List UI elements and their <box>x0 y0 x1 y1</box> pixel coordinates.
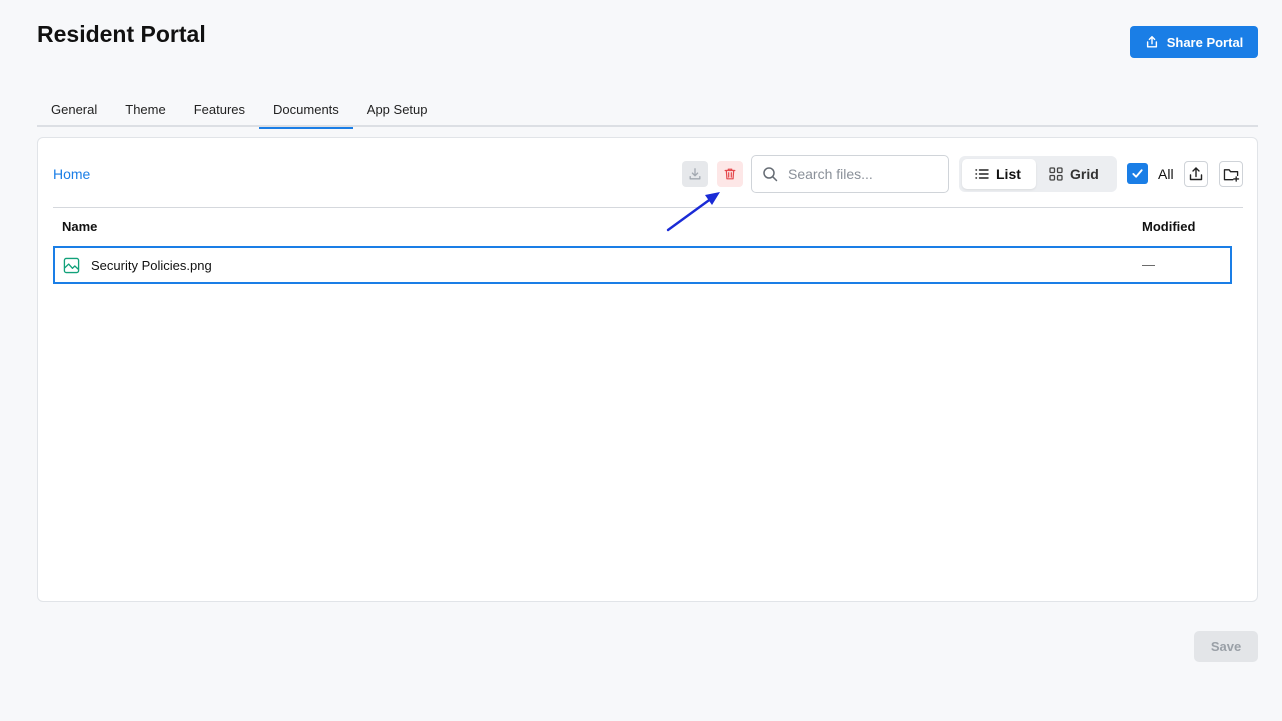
tab-app-setup[interactable]: App Setup <box>353 94 442 127</box>
file-name: Security Policies.png <box>91 258 212 273</box>
share-icon <box>1146 36 1157 48</box>
delete-button[interactable] <box>717 161 743 187</box>
column-header-name[interactable]: Name <box>62 219 97 234</box>
list-icon <box>975 169 989 179</box>
save-button[interactable]: Save <box>1194 631 1258 662</box>
table-row[interactable]: Security Policies.png — <box>53 246 1232 284</box>
view-toggle: List Grid <box>959 156 1117 192</box>
breadcrumb-home[interactable]: Home <box>53 166 90 182</box>
grid-icon <box>1049 167 1063 181</box>
download-button[interactable] <box>682 161 708 187</box>
folder-plus-icon <box>1223 168 1239 182</box>
search-icon <box>763 167 778 182</box>
column-header-modified[interactable]: Modified <box>1142 219 1195 234</box>
upload-button[interactable] <box>1184 161 1208 187</box>
list-view-button[interactable]: List <box>962 159 1036 189</box>
page-title: Resident Portal <box>37 21 206 47</box>
tab-features[interactable]: Features <box>180 94 259 127</box>
tab-general[interactable]: General <box>37 94 111 127</box>
select-all-checkbox[interactable] <box>1127 163 1148 184</box>
search-input[interactable] <box>788 166 938 182</box>
tab-bar: General Theme Features Documents App Set… <box>37 94 1258 129</box>
documents-panel: Home List <box>37 137 1258 602</box>
new-folder-button[interactable] <box>1219 161 1243 187</box>
grid-view-label: Grid <box>1070 166 1099 182</box>
grid-view-button[interactable]: Grid <box>1036 159 1112 189</box>
share-portal-label: Share Portal <box>1166 34 1244 50</box>
tab-theme[interactable]: Theme <box>111 94 179 127</box>
table-header: Name Modified <box>53 207 1243 245</box>
select-all-label: All <box>1158 166 1174 182</box>
download-icon <box>689 168 701 180</box>
search-field[interactable] <box>751 155 949 193</box>
list-view-label: List <box>996 166 1021 182</box>
image-file-icon <box>63 257 80 274</box>
upload-icon <box>1189 167 1203 181</box>
tab-documents[interactable]: Documents <box>259 94 353 129</box>
file-modified: — <box>1142 257 1155 272</box>
trash-icon <box>724 168 736 180</box>
share-portal-button[interactable]: Share Portal <box>1130 26 1258 58</box>
checkmark-icon <box>1132 169 1143 178</box>
